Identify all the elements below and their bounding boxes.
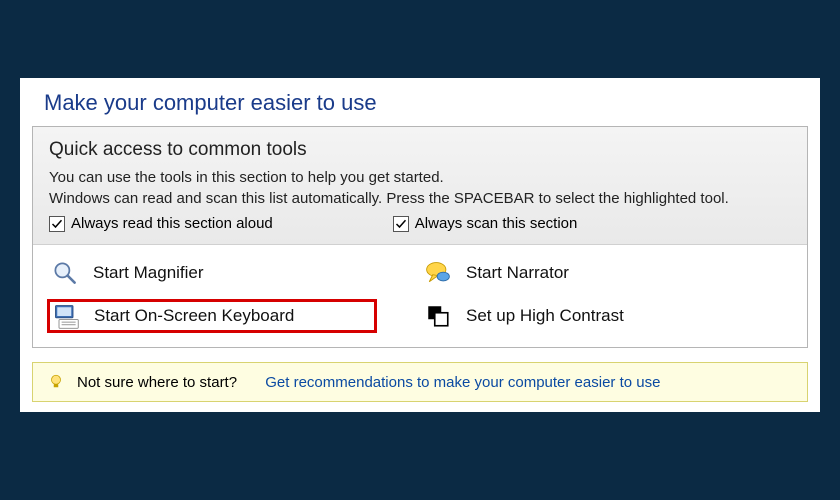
tool-high-contrast-label: Set up High Contrast [466, 306, 624, 326]
checkbox-scan-section[interactable]: Always scan this section [393, 215, 578, 232]
tip-bar: Not sure where to start? Get recommendat… [32, 362, 808, 402]
tool-start-narrator[interactable]: Start Narrator [420, 257, 793, 289]
tool-start-osk-label: Start On-Screen Keyboard [94, 306, 294, 326]
quick-access-text-1: You can use the tools in this section to… [49, 169, 791, 186]
checkbox-read-aloud[interactable]: Always read this section aloud [49, 215, 273, 232]
magnifier-icon [51, 259, 79, 287]
tools-grid: Start Magnifier Start Narrator [33, 245, 807, 347]
tool-start-magnifier[interactable]: Start Magnifier [47, 257, 420, 289]
checkbox-scan-section-label: Always scan this section [415, 215, 578, 232]
tool-start-magnifier-label: Start Magnifier [93, 263, 204, 283]
checkmark-icon [393, 216, 409, 232]
ease-of-access-panel: Make your computer easier to use Quick a… [20, 78, 820, 412]
high-contrast-icon [424, 302, 452, 330]
keyboard-icon [52, 302, 80, 330]
quick-access-options: Always read this section aloud Always sc… [49, 215, 791, 232]
quick-access-heading: Quick access to common tools [49, 139, 791, 161]
speech-bubble-icon [424, 259, 452, 287]
quick-access-section: Quick access to common tools You can use… [33, 127, 807, 245]
tool-high-contrast[interactable]: Set up High Contrast [420, 299, 793, 333]
checkmark-icon [49, 216, 65, 232]
lightbulb-icon [47, 373, 65, 391]
page-title: Make your computer easier to use [44, 90, 796, 116]
tool-start-narrator-label: Start Narrator [466, 263, 569, 283]
tool-start-osk[interactable]: Start On-Screen Keyboard [47, 299, 377, 333]
tip-lead: Not sure where to start? [77, 374, 237, 391]
tip-link[interactable]: Get recommendations to make your compute… [265, 374, 660, 391]
checkbox-read-aloud-label: Always read this section aloud [71, 215, 273, 232]
quick-access-text-2: Windows can read and scan this list auto… [49, 190, 791, 207]
quick-access-group: Quick access to common tools You can use… [32, 126, 808, 348]
